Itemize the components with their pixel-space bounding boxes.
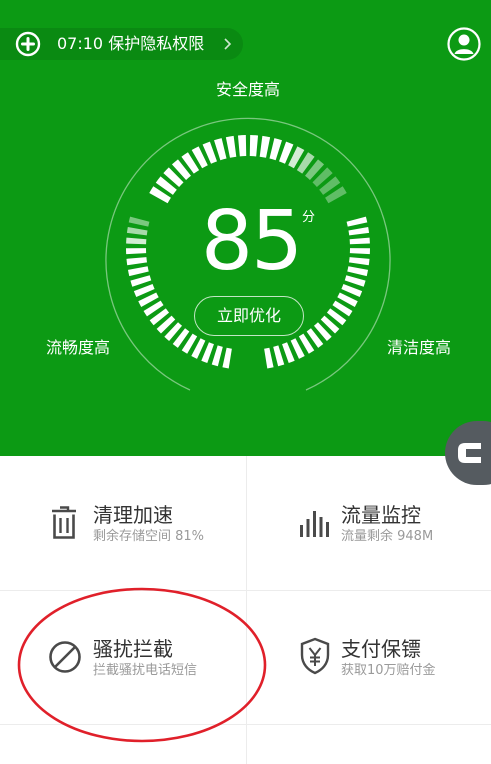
smoothness-segment bbox=[126, 227, 148, 236]
safety-segment bbox=[237, 135, 247, 157]
tile-title: 骚扰拦截 bbox=[93, 637, 173, 661]
cleanliness-level-label: 清洁度高 bbox=[387, 338, 452, 357]
trash-icon bbox=[52, 506, 76, 539]
block-icon bbox=[49, 641, 81, 673]
tile-subtitle: 流量剩余 948M bbox=[341, 529, 434, 544]
optimize-now-button[interactable]: 立即优化 bbox=[194, 296, 304, 336]
tile-subtitle: 获取10万赔付金 bbox=[341, 663, 436, 678]
score-unit: 分 bbox=[302, 210, 316, 225]
tile-subtitle: 拦截骚扰电话短信 bbox=[93, 663, 198, 678]
smoothness-segment bbox=[126, 237, 147, 245]
safety-segment bbox=[214, 138, 227, 161]
smoothness-segment bbox=[126, 248, 147, 255]
safety-segment bbox=[259, 135, 271, 158]
safety-level-label: 安全度高 bbox=[216, 80, 281, 99]
tile-payment-guard[interactable]: 支付保镖 获取10万赔付金 bbox=[247, 591, 491, 725]
cleanliness-segment bbox=[273, 345, 285, 367]
cleanliness-segment bbox=[349, 248, 370, 255]
cleanliness-segment bbox=[349, 237, 370, 245]
tile-title: 支付保镖 bbox=[341, 637, 421, 661]
cleanliness-segment bbox=[348, 257, 370, 266]
shield-yen-icon bbox=[300, 637, 330, 675]
safety-segment bbox=[249, 135, 259, 157]
smoothness-segment bbox=[127, 266, 149, 277]
cleanliness-segment bbox=[344, 275, 366, 287]
smoothness-segment bbox=[211, 345, 223, 367]
signal-bars-icon bbox=[300, 511, 329, 537]
smoothness-segment bbox=[222, 347, 232, 369]
security-score: 85 bbox=[200, 194, 303, 289]
cleanliness-segment bbox=[264, 347, 274, 369]
c-logo-icon bbox=[458, 443, 481, 463]
smoothness-level-label: 流畅度高 bbox=[46, 338, 111, 357]
tile-subtitle: 剩余存储空间 81% bbox=[93, 529, 205, 544]
cleanliness-segment bbox=[346, 216, 368, 227]
tile-title: 流量监控 bbox=[341, 503, 421, 527]
tile-clean-speedup[interactable]: 清理加速 剩余存储空间 81% bbox=[0, 456, 245, 590]
feature-grid: 清理加速 剩余存储空间 81% 流量监控 流量剩余 948M 骚扰拦截 拦截骚扰… bbox=[0, 456, 491, 764]
smoothness-segment bbox=[126, 257, 148, 266]
smoothness-segment bbox=[130, 275, 152, 287]
smoothness-segment bbox=[128, 216, 150, 227]
cleanliness-segment bbox=[348, 227, 370, 236]
security-panel: 07:10 保护隐私权限 安全度高 流畅度高 清洁度高 85 分 立即优化 bbox=[0, 0, 491, 456]
tile-title: 清理加速 bbox=[93, 503, 173, 527]
safety-segment bbox=[225, 135, 237, 158]
tile-harassment-block[interactable]: 骚扰拦截 拦截骚扰电话短信 bbox=[0, 591, 245, 725]
cleanliness-segment bbox=[347, 266, 369, 277]
safety-segment bbox=[269, 138, 282, 161]
